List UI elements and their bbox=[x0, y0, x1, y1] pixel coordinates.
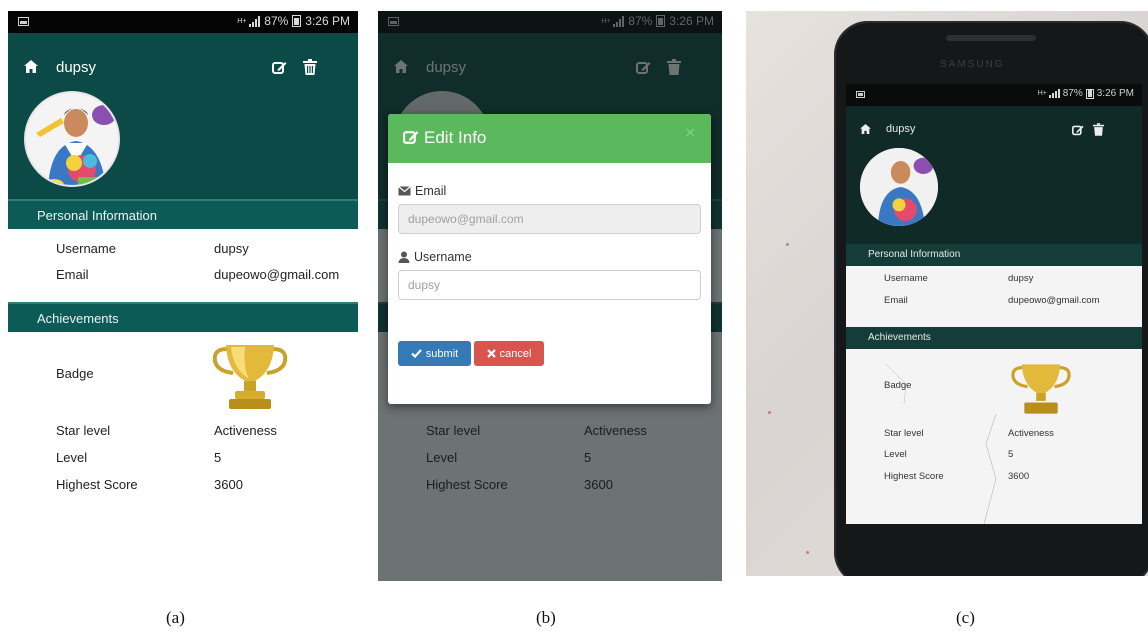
caption-c: (c) bbox=[956, 608, 975, 627]
edit-icon bbox=[403, 131, 419, 144]
email-field-label: Email bbox=[398, 184, 446, 198]
username-value: dupsy bbox=[214, 241, 249, 256]
clock: 3:26 PM bbox=[305, 14, 350, 28]
star-level-value: Activeness bbox=[214, 423, 277, 438]
figure: H+ 87% 3:26 PM dupsy Personal Informatio… bbox=[0, 0, 1148, 631]
phone-screen: H+ 87% 3:26 PM dupsy Personal Informatio… bbox=[846, 84, 1142, 524]
screen-a: H+ 87% 3:26 PM dupsy Personal Informatio… bbox=[8, 11, 358, 580]
submit-label: submit bbox=[425, 347, 459, 360]
gallery-notification-icon bbox=[18, 17, 29, 26]
profile-header: dupsy bbox=[8, 33, 358, 209]
achievements-title: Achievements bbox=[37, 311, 119, 326]
user-icon bbox=[398, 251, 410, 263]
username-field-label: Username bbox=[398, 250, 472, 264]
phone-speaker bbox=[946, 35, 1036, 41]
trophy-icon bbox=[212, 345, 288, 409]
screen-b: H+ 87% 3:26 PM dupsy Star level Activene… bbox=[378, 11, 722, 581]
avatar bbox=[24, 91, 120, 187]
battery-level: 87% bbox=[264, 14, 289, 28]
phone-body: SAMSUNG H+ 87% 3:26 PM dupsy Personal In… bbox=[834, 21, 1148, 576]
modal-title: Edit Info bbox=[424, 128, 487, 147]
submit-button[interactable]: submit bbox=[398, 341, 471, 366]
highest-score-value: 3600 bbox=[214, 477, 243, 492]
level-value: 5 bbox=[214, 450, 222, 465]
avatar-photo bbox=[26, 93, 118, 185]
trash-icon[interactable] bbox=[303, 59, 317, 75]
edit-info-modal: Edit Info × Email Username submit cancel bbox=[388, 114, 711, 404]
badge-label: Badge bbox=[56, 366, 94, 381]
username-label: Username bbox=[56, 241, 116, 256]
page-title: dupsy bbox=[56, 59, 97, 76]
phone-brand: SAMSUNG bbox=[940, 59, 1005, 70]
username-field[interactable] bbox=[398, 270, 701, 300]
close-button[interactable]: × bbox=[685, 123, 695, 143]
close-icon bbox=[486, 349, 496, 358]
wall-mark bbox=[786, 243, 789, 246]
highest-score-label: Highest Score bbox=[56, 477, 138, 492]
cancel-label: cancel bbox=[499, 347, 532, 360]
email-field[interactable] bbox=[398, 204, 701, 234]
personal-info-heading: Personal Information bbox=[8, 199, 358, 229]
battery-icon bbox=[292, 15, 302, 27]
edit-icon[interactable] bbox=[272, 60, 287, 75]
check-icon bbox=[411, 349, 422, 358]
star-level-label: Star level bbox=[56, 423, 111, 438]
wall-mark bbox=[806, 551, 809, 554]
modal-header: Edit Info × bbox=[388, 114, 711, 163]
caption-a: (a) bbox=[166, 608, 185, 627]
wall-mark bbox=[768, 411, 771, 414]
email-label: Email bbox=[415, 184, 447, 198]
envelope-icon bbox=[398, 186, 411, 196]
achievements-heading: Achievements bbox=[8, 302, 358, 332]
personal-info-title: Personal Information bbox=[37, 208, 157, 223]
email-value: dupeowo@gmail.com bbox=[214, 267, 340, 282]
level-label: Level bbox=[56, 450, 88, 465]
signal-icon bbox=[249, 15, 261, 27]
username-label: Username bbox=[414, 250, 472, 264]
device-photo: SAMSUNG H+ 87% 3:26 PM dupsy Personal In… bbox=[746, 11, 1148, 576]
status-bar: H+ 87% 3:26 PM bbox=[8, 11, 358, 33]
cancel-button[interactable]: cancel bbox=[474, 341, 544, 366]
caption-b: (b) bbox=[536, 608, 556, 627]
email-label: Email bbox=[56, 267, 89, 282]
home-icon[interactable] bbox=[24, 60, 38, 73]
screen-crack bbox=[885, 363, 997, 524]
network-type: H+ bbox=[237, 17, 247, 25]
